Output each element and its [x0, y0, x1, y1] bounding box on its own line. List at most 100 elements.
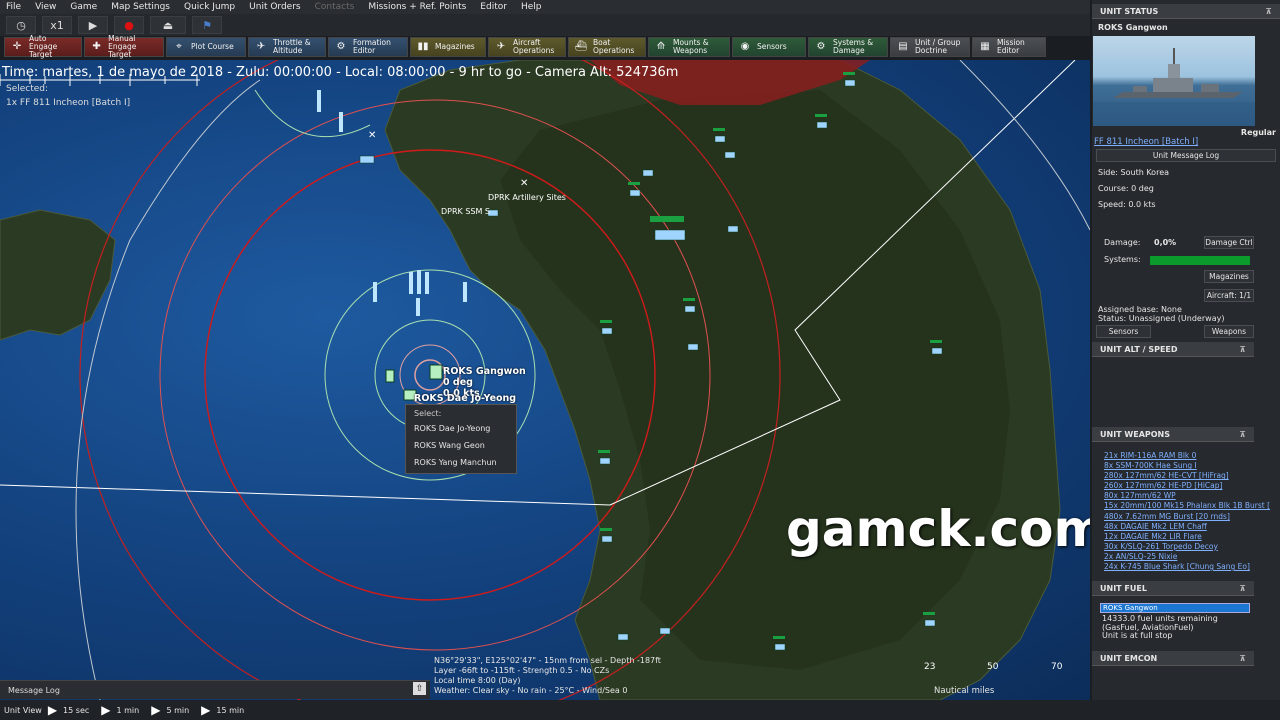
cursor-layer: Layer -66ft to -115ft - Strength 0.5 - N…: [434, 666, 610, 675]
aircraft-marker: [409, 272, 413, 294]
play-icon: ▶: [88, 18, 98, 32]
weapons-button[interactable]: Weapons: [1204, 325, 1254, 338]
tool-sensors-button[interactable]: ◉ Sensors: [732, 37, 806, 57]
clock-button[interactable]: ◷: [6, 16, 36, 34]
unit-weapons-header[interactable]: UNIT WEAPONS ⊼: [1092, 427, 1254, 442]
flag-icon: ⚑: [202, 18, 212, 32]
collapse-icon[interactable]: ⊼: [1266, 7, 1273, 16]
aircraft-marker: [417, 270, 421, 294]
fuel-bar[interactable]: ROKS Gangwon: [1100, 603, 1250, 613]
tool-auto-engage-button[interactable]: ✛ Auto Engage Target: [4, 35, 82, 59]
unit-panel: UNIT STATUS ⊼ ROKS Gangwon Regular FF 81…: [1092, 0, 1280, 700]
tool-label: Throttle & Altitude: [273, 38, 311, 55]
camera-button[interactable]: ⏏: [150, 16, 186, 34]
weapon-item[interactable]: 260x 127mm/62 HE-PD [HiCap]: [1092, 481, 1280, 491]
context-menu-item[interactable]: ROKS Wang Geon: [406, 437, 516, 454]
tool-formation-button[interactable]: ⚙ Formation Editor: [328, 37, 408, 57]
unit-message-log-button[interactable]: Unit Message Log: [1096, 149, 1276, 163]
menu-editor[interactable]: Editor: [480, 2, 507, 12]
weapon-item[interactable]: 21x RIM-116A RAM Blk 0: [1092, 451, 1280, 461]
class-link[interactable]: FF 811 Incheon [Batch I]: [1092, 137, 1280, 147]
magazines-icon: ▮▮: [417, 41, 429, 52]
tool-systems-button[interactable]: ⚙ Systems & Damage: [808, 37, 888, 57]
weapon-item[interactable]: 480x 7.62mm MG Burst [20 rnds]: [1092, 512, 1280, 522]
alt-speed-header[interactable]: UNIT ALT / SPEED ⊼: [1092, 342, 1254, 357]
menu-unit-orders[interactable]: Unit Orders: [249, 2, 300, 12]
unit-emcon-header[interactable]: UNIT EMCON ⊼: [1092, 651, 1254, 666]
play-button[interactable]: ▶: [78, 16, 108, 34]
doctrine-icon: ▤: [898, 41, 908, 52]
weapon-item[interactable]: 30x K/SLQ-261 Torpedo Decoy: [1092, 542, 1280, 552]
unit-status-header[interactable]: UNIT STATUS ⊼: [1092, 4, 1280, 19]
time-step-button[interactable]: ▶ 1 min: [101, 703, 139, 717]
cursor-info-readout: N36°29'33", E125°02'47" - 15nm from sel …: [434, 656, 661, 696]
message-log-bar[interactable]: Message Log: [0, 680, 430, 699]
weapon-item[interactable]: 48x DAGAIE Mk2 LEM Chaff: [1092, 522, 1280, 532]
menu-file[interactable]: File: [6, 2, 21, 12]
tool-label: Formation Editor: [353, 38, 391, 55]
menu-view[interactable]: View: [35, 2, 56, 12]
menu-bar: File View Game Map Settings Quick Jump U…: [0, 0, 1090, 14]
speed-button[interactable]: x1: [42, 16, 72, 34]
side-label: Side: South Korea: [1098, 168, 1170, 178]
tool-label: Mounts & Weapons: [673, 38, 709, 55]
collapse-icon[interactable]: ⊼: [1240, 584, 1247, 593]
collapse-icon[interactable]: ⊼: [1240, 430, 1247, 439]
selected-ship: [429, 364, 443, 380]
menu-quick-jump[interactable]: Quick Jump: [184, 2, 235, 12]
tool-boat-button[interactable]: ⛴ Boat Operations: [568, 37, 646, 57]
weapon-item[interactable]: 15x 20mm/100 Mk15 Phalanx Blk 1B Burst [: [1092, 501, 1280, 511]
weapon-item[interactable]: 12x DAGAIE Mk2 LIR Flare: [1092, 532, 1280, 542]
record-button[interactable]: ●: [114, 16, 144, 34]
artillery-site-label[interactable]: DPRK Artillery Sites: [488, 193, 566, 202]
fuel-state: Unit is at full stop: [1102, 631, 1173, 640]
collapse-icon[interactable]: ⊼: [1240, 345, 1247, 354]
tool-throttle-button[interactable]: ✈ Throttle & Altitude: [248, 37, 326, 57]
menu-missions[interactable]: Missions + Ref. Points: [368, 2, 466, 12]
aircraft-marker: [425, 272, 429, 294]
menu-game[interactable]: Game: [70, 2, 97, 12]
svg-text:✕: ✕: [368, 130, 376, 141]
tool-mission-editor-button[interactable]: ▦ Mission Editor: [972, 37, 1046, 57]
time-controls: ◷ x1 ▶ ● ⏏ ⚑: [0, 14, 1090, 36]
ssm-site-label[interactable]: DPRK SSM S: [441, 207, 490, 216]
tool-magazines-button[interactable]: ▮▮ Magazines: [410, 37, 486, 57]
time-step-button[interactable]: ▶ 15 min: [201, 703, 244, 717]
weapon-item[interactable]: 280x 127mm/62 HE-CVT [HiFrag]: [1092, 471, 1280, 481]
message-log-label: Message Log: [8, 685, 60, 695]
tool-plot-course-button[interactable]: ⌖ Plot Course: [166, 37, 246, 57]
tool-doctrine-button[interactable]: ▤ Unit / Group Doctrine: [890, 37, 970, 57]
unit-fuel-header[interactable]: UNIT FUEL ⊼: [1092, 581, 1254, 596]
time-step-button[interactable]: ▶ 5 min: [151, 703, 189, 717]
aircraft-button[interactable]: Aircraft: 1/1: [1204, 289, 1254, 302]
tool-label: Manual Engage Target: [108, 34, 137, 59]
context-menu-item[interactable]: ROKS Yang Manchun: [406, 454, 516, 471]
tool-manual-engage-button[interactable]: ✚ Manual Engage Target: [84, 34, 164, 59]
weapon-item[interactable]: 80x 127mm/62 WP: [1092, 491, 1280, 501]
tactical-map[interactable]: ✕ ✕ Time: martes, 1 de mayo de 2018 - Zu…: [0, 60, 1090, 700]
menu-contacts[interactable]: Contacts: [315, 2, 355, 12]
expand-log-icon[interactable]: ⇧: [413, 682, 426, 695]
context-menu-item[interactable]: ROKS Dae Jo-Yeong: [406, 420, 516, 437]
tool-mounts-button[interactable]: ⟰ Mounts & Weapons: [648, 37, 730, 57]
scale-tick-label: 50: [987, 662, 999, 672]
manual-engage-icon: ✚: [92, 41, 101, 52]
collapse-icon[interactable]: ⊼: [1240, 654, 1247, 663]
weapon-item[interactable]: 24x K-745 Blue Shark [Chung Sang Eo]: [1092, 562, 1280, 572]
menu-help[interactable]: Help: [521, 2, 542, 12]
time-step-button[interactable]: ▶ 15 sec: [48, 703, 89, 717]
menu-map-settings[interactable]: Map Settings: [111, 2, 170, 12]
sensors-button[interactable]: Sensors: [1096, 325, 1151, 338]
tool-aircraft-button[interactable]: ✈ Aircraft Operations: [488, 37, 566, 57]
unit-name-label[interactable]: ROKS Gangwon: [443, 366, 526, 377]
selected-unit-label: 1x FF 811 Incheon [Batch I]: [6, 98, 131, 108]
status-label: Status: Unassigned (Underway): [1098, 314, 1225, 323]
weapon-item[interactable]: 8x SSM-700K Hae Sung I: [1092, 461, 1280, 471]
damage-ctrl-button[interactable]: Damage Ctrl: [1204, 236, 1254, 249]
weapon-item[interactable]: 2x AN/SLQ-25 Nixie: [1092, 552, 1280, 562]
unit-second-label[interactable]: ROKS Dae Jo-Yeong: [414, 393, 516, 404]
magazines-button[interactable]: Magazines: [1204, 270, 1254, 283]
flag-button[interactable]: ⚑: [192, 16, 222, 34]
cursor-coords: N36°29'33", E125°02'47" - 15nm from sel …: [434, 656, 661, 665]
course-label: Course: 0 deg: [1098, 184, 1154, 194]
